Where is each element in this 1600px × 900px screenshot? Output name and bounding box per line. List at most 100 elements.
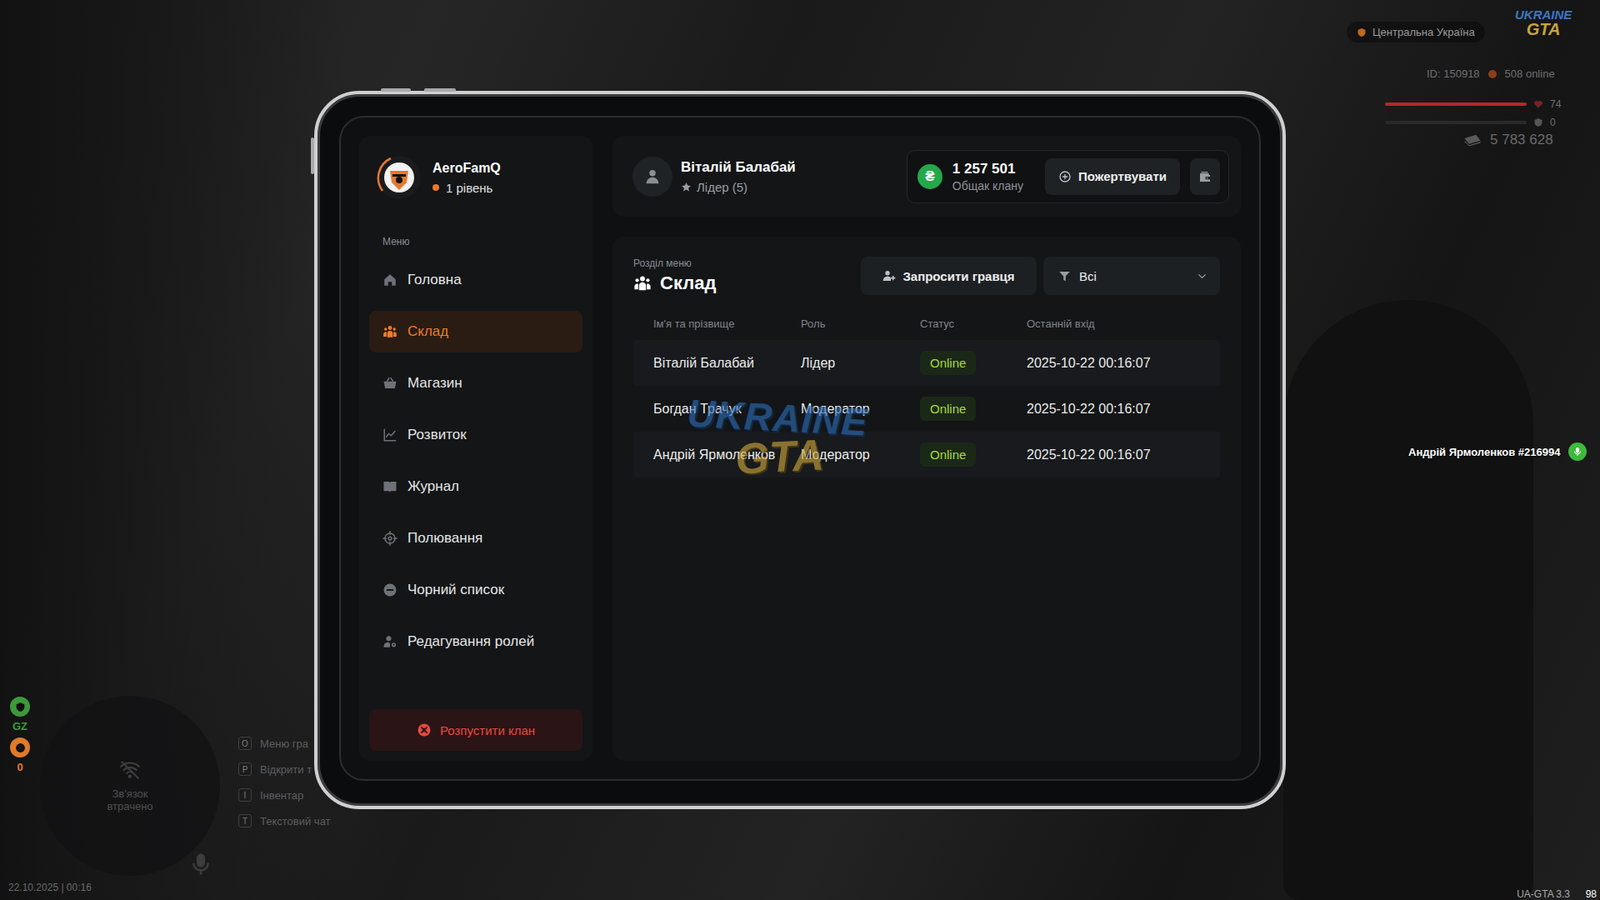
column-header: Останній вхід	[1026, 317, 1220, 330]
sidebar-item[interactable]: Чорний список	[369, 569, 583, 611]
vitals: 740	[1385, 98, 1561, 129]
members-card: Розділ меню Склад Запросити гравця Всі Ім'я …	[612, 236, 1241, 761]
tablet-button	[380, 88, 411, 92]
status-cell: Online	[920, 442, 1027, 467]
menu-caption: Меню	[382, 235, 583, 248]
version: UA-GTA 3.3	[1516, 888, 1570, 900]
crosshair-icon	[382, 530, 398, 546]
bank-label: Общак клану	[952, 179, 1024, 193]
sidebar-item[interactable]: Склад	[369, 310, 583, 353]
member-name: Богдан Трачук	[653, 401, 801, 417]
sidebar-label: Головна	[407, 271, 462, 289]
sidebar-item[interactable]: Розвиток	[369, 414, 583, 456]
tablet-screen: AeroFamQ 1 рівень Меню Головна Склад Магазин Р…	[339, 115, 1261, 781]
status-badge: Online	[920, 396, 976, 421]
status-label: 0	[16, 760, 23, 774]
key-cap: I	[238, 788, 252, 802]
status-item: 0	[10, 737, 30, 774]
table-row[interactable]: Андрій ЯрмоленковМодераторOnline2025-10-…	[633, 431, 1220, 478]
member-name: Віталій Балабай	[653, 355, 801, 371]
clock: 22.10.2025 | 00:16	[8, 881, 92, 894]
filter-dropdown[interactable]: Всі	[1043, 256, 1220, 295]
currency-icon: ₴	[917, 164, 943, 190]
clan-info: AeroFamQ 1 рівень	[432, 160, 501, 195]
add-user-icon	[882, 269, 896, 283]
column-header: Роль	[800, 317, 920, 330]
level-dot	[432, 184, 440, 191]
member-role: Модератор	[800, 401, 920, 417]
member-role: Лідер	[800, 355, 920, 371]
sidebar-item[interactable]: Редагування ролей	[369, 620, 583, 663]
avatar-icon	[632, 156, 673, 197]
key-cap: T	[238, 814, 252, 828]
player-figure	[1283, 300, 1534, 900]
table-header: Ім'я та прізвищеРольСтатусОстанній вхід	[633, 306, 1220, 340]
sidebar-item[interactable]: Магазин	[369, 362, 583, 405]
spacer	[369, 662, 583, 710]
wallet-icon[interactable]	[1190, 158, 1220, 195]
clan-logo-icon	[375, 154, 423, 201]
level-text: 1 рівень	[445, 180, 493, 195]
heart-icon	[1533, 99, 1544, 110]
status-icons: GZ 0	[10, 696, 30, 774]
invite-button[interactable]: Запросити гравця	[860, 256, 1037, 295]
tablet-side-button	[310, 137, 315, 175]
bank-info: 1 257 501Общак клану	[952, 160, 1024, 193]
hint-label: Відкрити т	[260, 763, 312, 776]
online-count: 508 online	[1505, 67, 1555, 80]
tablet-button	[424, 88, 456, 92]
cash-icon	[1463, 133, 1482, 147]
user-info: Віталій БалабайЛідер (5)	[680, 159, 796, 195]
shield-icon	[1356, 27, 1367, 38]
armor-bar: 0	[1385, 116, 1561, 129]
user-rank: Лідер (5)	[680, 180, 796, 195]
armor-track	[1385, 120, 1527, 125]
nametag-text: Андрій Ярмоленков #216994	[1408, 445, 1560, 459]
cross-icon	[10, 737, 30, 758]
sidebar-label: Полювання	[407, 530, 483, 547]
tablet: AeroFamQ 1 рівень Меню Головна Склад Магазин Р…	[314, 90, 1286, 810]
donate-button[interactable]: Пожертвувати	[1045, 158, 1180, 195]
region-badge: Центральна Україна	[1346, 21, 1485, 43]
section-header: Розділ меню Склад Запросити гравця Всі	[633, 256, 1220, 295]
disband-button[interactable]: Розпустити клан	[369, 709, 583, 751]
chevron-down-icon	[1195, 270, 1209, 283]
members-table: Ім'я та прізвищеРольСтатусОстанній вхідВ…	[633, 306, 1220, 478]
status-badge: Online	[920, 442, 976, 467]
money: 5 783 628	[1463, 131, 1554, 149]
sidebar-label: Журнал	[407, 478, 460, 495]
home-icon	[382, 272, 398, 288]
filter-label: Всі	[1079, 269, 1097, 284]
sidebar-label: Чорний список	[407, 581, 505, 599]
sidebar-item[interactable]: Журнал	[369, 465, 583, 508]
filter-icon	[1058, 270, 1071, 283]
current-user: Віталій БалабайЛідер (5)	[632, 156, 796, 197]
key-cap: P	[238, 762, 252, 776]
status-label: GZ	[12, 720, 28, 733]
column-header: Ім'я та прізвище	[653, 317, 801, 330]
close-icon	[416, 722, 432, 738]
health-track	[1385, 102, 1527, 106]
table-row[interactable]: Віталій БалабайЛідерOnline2025-10-22 00:…	[633, 340, 1220, 386]
people-icon	[633, 274, 652, 293]
blacklist-icon	[382, 582, 398, 598]
hint-label: Інвентар	[260, 789, 304, 802]
clan-name: AeroFamQ	[432, 160, 501, 176]
minimap-text: Зв'язок втрачено	[92, 787, 168, 813]
sidebar-item[interactable]: Головна	[369, 259, 583, 301]
sidebar-menu: Головна Склад Магазин Розвиток Журнал Полюван…	[369, 259, 583, 663]
shield-icon	[10, 696, 30, 717]
column-header: Статус	[920, 317, 1027, 330]
user-gear-icon	[382, 634, 398, 650]
donate-label: Пожертвувати	[1078, 169, 1167, 184]
section-title-text: Склад	[660, 272, 716, 295]
id-text: ID: 150918	[1426, 67, 1480, 80]
stage: AeroFamQ 1 рівень Меню Головна Склад Магазин Р…	[0, 0, 1600, 900]
money-amount: 5 783 628	[1490, 131, 1554, 149]
online-dot	[1488, 70, 1497, 79]
filter-value: Всі	[1058, 269, 1097, 284]
sidebar-item[interactable]: Полювання	[369, 517, 583, 560]
section-caption: Розділ меню	[633, 257, 716, 270]
table-row[interactable]: Богдан ТрачукМодераторOnline2025-10-22 0…	[633, 385, 1220, 432]
key-hint: TТекстовий чат	[238, 814, 331, 828]
